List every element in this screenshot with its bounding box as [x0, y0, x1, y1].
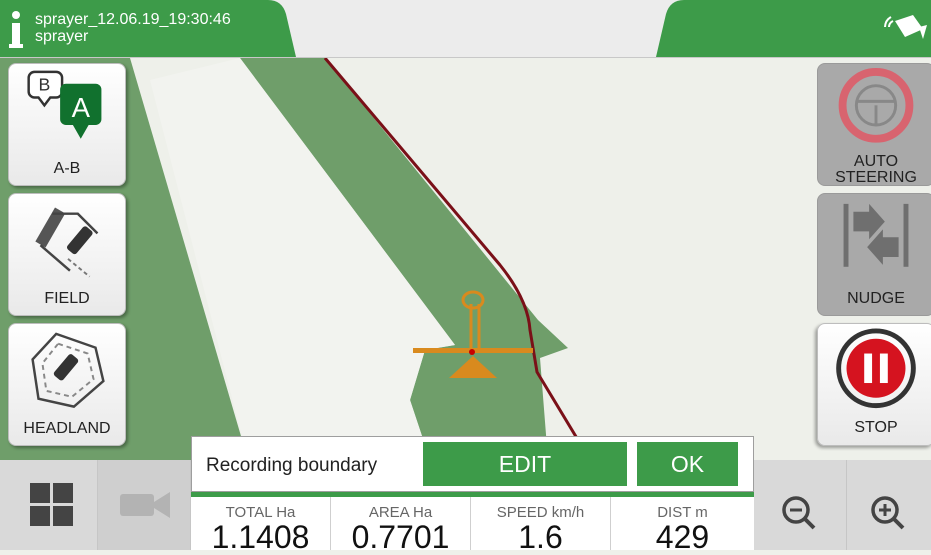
nudge-label: NUDGE [847, 290, 905, 307]
field-label: FIELD [44, 290, 90, 307]
nudge-button[interactable]: NUDGE [817, 193, 931, 316]
headland-label: HEADLAND [23, 420, 111, 437]
stat-distance: DIST m 429 [611, 497, 754, 555]
ab-line-button[interactable]: B A A-B [8, 63, 126, 186]
stop-button[interactable]: STOP [817, 323, 931, 446]
auto-steering-button[interactable]: AUTO STEERING [817, 63, 931, 186]
stats-panel: TOTAL Ha 1.1408 AREA Ha 0.7701 SPEED km/… [191, 492, 754, 555]
ab-icon-letter-b: B [38, 75, 50, 95]
auto-steering-label: AUTO STEERING [835, 153, 917, 186]
camera-icon [120, 492, 170, 518]
stop-label: STOP [854, 419, 898, 436]
field-button[interactable]: FIELD [8, 193, 126, 316]
ab-line-label: A-B [53, 160, 81, 177]
stat-area-ha: AREA Ha 0.7701 [331, 497, 471, 555]
gps-status-panel[interactable] [646, 0, 931, 57]
zoom-out-button[interactable] [754, 460, 847, 550]
dialog-message: Recording boundary [206, 455, 378, 476]
zoom-out-icon [782, 496, 816, 530]
stat-speed: SPEED km/h 1.6 [471, 497, 611, 555]
grid-layout-icon [30, 483, 73, 526]
implement-name: sprayer [35, 28, 89, 45]
stat-total-ha: TOTAL Ha 1.1408 [191, 497, 331, 555]
zoom-in-icon [871, 496, 905, 530]
session-name: sprayer_12.06.19_19:30:46 [35, 11, 231, 28]
ab-icon-letter-a: A [72, 92, 91, 123]
headland-button[interactable]: HEADLAND [8, 323, 126, 446]
zoom-in-button[interactable] [847, 460, 931, 550]
ok-button[interactable]: OK [637, 442, 738, 486]
camera-button[interactable] [98, 460, 191, 550]
layout-button[interactable] [0, 460, 98, 550]
recording-boundary-dialog: Recording boundary EDIT OK [191, 436, 754, 492]
session-info-text: sprayer_12.06.19_19:30:46 sprayer [35, 11, 231, 45]
edit-button[interactable]: EDIT [423, 442, 627, 486]
